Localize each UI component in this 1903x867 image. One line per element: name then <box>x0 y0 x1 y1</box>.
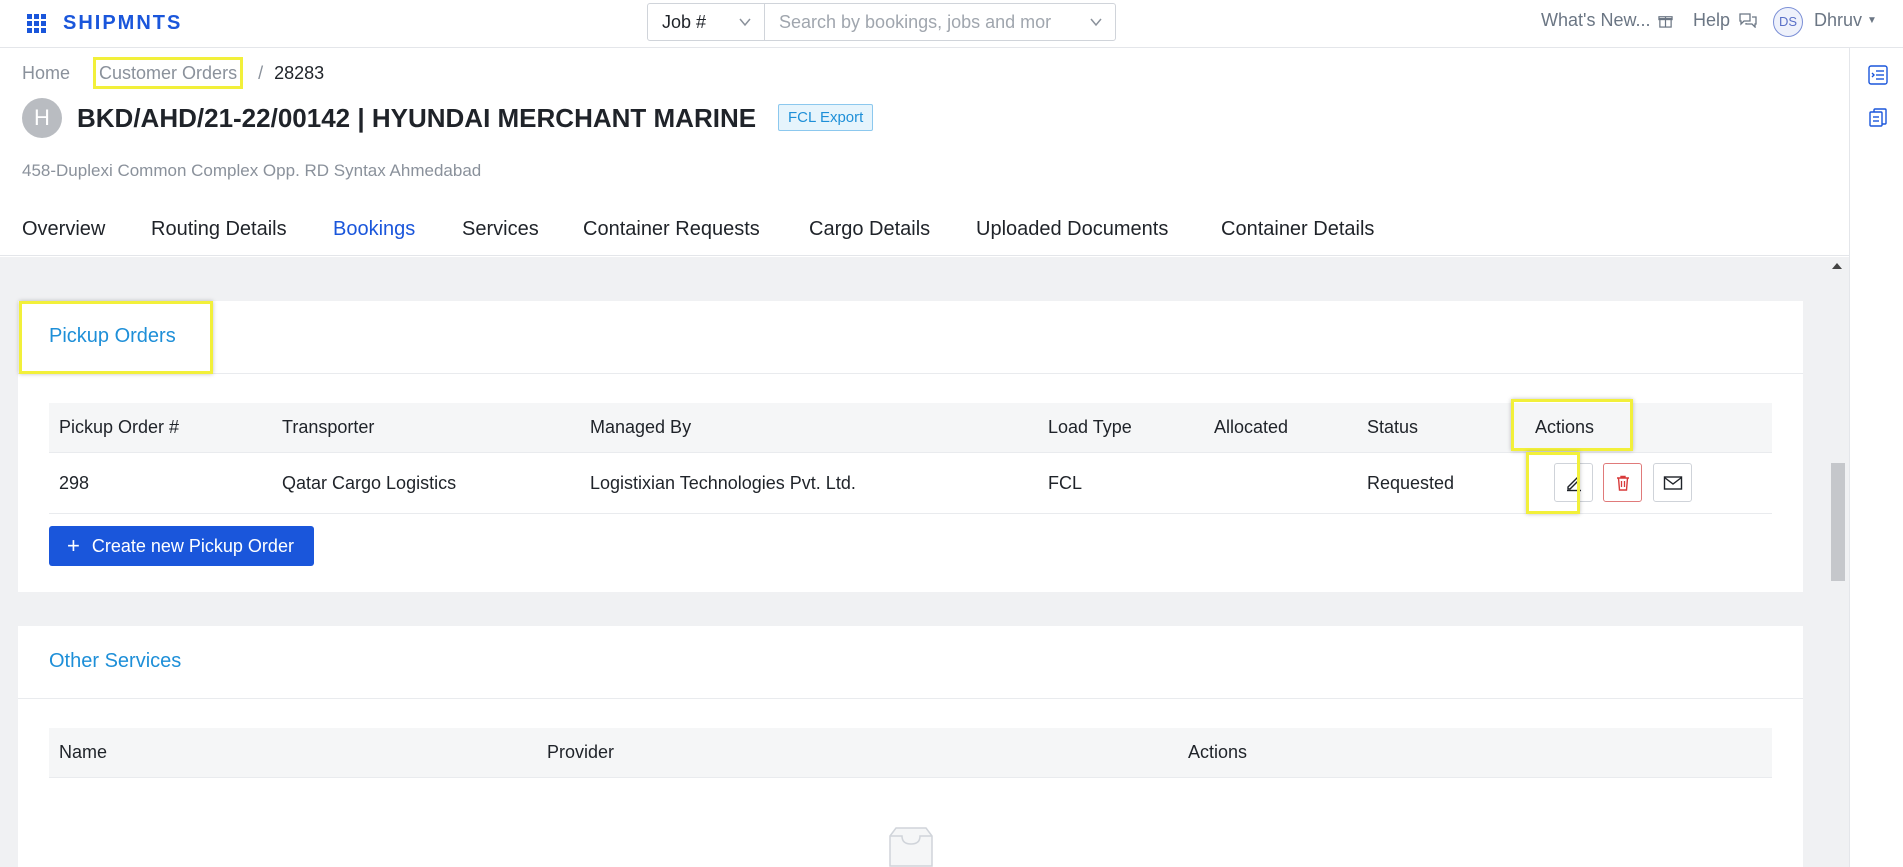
pickup-order-number: 298 <box>59 473 90 493</box>
pickup-orders-card: Pickup Orders Pickup Order # Transporter… <box>18 301 1803 592</box>
job-type-tag: FCL Export <box>778 104 874 131</box>
managed-by: Logistixian Technologies Pvt. Ltd. <box>590 473 856 493</box>
tab-container-requests[interactable]: Container Requests <box>583 218 760 257</box>
help-link[interactable]: Help <box>1693 10 1757 31</box>
col-managed-by: Managed By <box>590 417 692 437</box>
tab-services[interactable]: Services <box>462 218 539 257</box>
tab-routing-details[interactable]: Routing Details <box>151 218 287 257</box>
gift-icon <box>1658 16 1674 28</box>
tab-bar: Overview Routing Details Bookings Servic… <box>0 210 1849 259</box>
chat-icon <box>1739 13 1757 29</box>
chevron-down-icon <box>1089 15 1103 29</box>
highlight-pickup-orders <box>19 301 213 374</box>
col-actions: Actions <box>1188 742 1248 762</box>
other-services-card: Other Services Name Provider Actions <box>18 626 1803 867</box>
scroll-up-arrow[interactable] <box>1832 263 1842 269</box>
other-services-table-header: Name Provider Actions <box>49 728 1772 778</box>
job-type-value: Job # <box>662 12 707 32</box>
outline-list-icon[interactable] <box>1866 63 1890 87</box>
other-services-header: Other Services <box>18 626 1803 699</box>
right-rail <box>1849 48 1903 867</box>
search-input[interactable] <box>765 4 1065 40</box>
tab-uploaded-documents[interactable]: Uploaded Documents <box>976 218 1168 257</box>
highlight-edit-button <box>1526 452 1580 514</box>
status: Requested <box>1367 473 1455 493</box>
table-row: 298 Qatar Cargo Logistics Logistixian Te… <box>49 453 1772 514</box>
col-provider: Provider <box>547 742 615 762</box>
apps-grid-icon[interactable] <box>27 14 46 33</box>
col-load-type: Load Type <box>1048 417 1132 437</box>
help-label: Help <box>1693 10 1731 30</box>
user-avatar[interactable]: DS <box>1773 7 1803 37</box>
other-services-title: Other Services <box>49 650 182 672</box>
whats-new-link[interactable]: What's New... <box>1541 10 1674 31</box>
create-pickup-order-label: Create new Pickup Order <box>91 535 294 556</box>
content-area: Pickup Orders Pickup Order # Transporter… <box>0 257 1849 867</box>
tab-cargo-details[interactable]: Cargo Details <box>809 218 930 257</box>
user-menu[interactable]: Dhruv ▼ <box>1814 10 1877 31</box>
chevron-down-icon <box>738 15 752 29</box>
tab-bookings[interactable]: Bookings <box>333 218 416 259</box>
top-bar: SHIPMNTS Job # What's New... Help DS Dhr… <box>0 0 1903 48</box>
highlight-actions-header <box>1511 399 1633 451</box>
empty-inbox-icon <box>880 826 942 867</box>
col-pickup-order-number: Pickup Order # <box>59 417 180 437</box>
scrollbar-thumb[interactable] <box>1831 463 1845 581</box>
trash-icon <box>1616 475 1629 491</box>
whats-new-label: What's New... <box>1541 10 1651 30</box>
email-button[interactable] <box>1653 463 1692 502</box>
caret-down-icon: ▼ <box>1867 15 1877 26</box>
company-address: 458-Duplexi Common Complex Opp. RD Synta… <box>22 161 482 180</box>
search-box[interactable] <box>764 3 1116 41</box>
clipboard-icon[interactable] <box>1866 105 1890 129</box>
tab-overview[interactable]: Overview <box>22 218 105 257</box>
pickup-orders-header: Pickup Orders <box>18 301 1803 374</box>
col-transporter: Transporter <box>282 417 375 437</box>
breadcrumb-home[interactable]: Home <box>22 63 70 83</box>
tab-container-details[interactable]: Container Details <box>1221 218 1374 257</box>
mail-icon <box>1663 475 1682 490</box>
brand-logo[interactable]: SHIPMNTS <box>63 12 182 35</box>
transporter: Qatar Cargo Logistics <box>282 473 457 493</box>
plus-icon: + <box>67 533 80 558</box>
job-type-select[interactable]: Job # <box>647 3 765 41</box>
breadcrumb-current: 28283 <box>274 63 325 83</box>
col-status: Status <box>1367 417 1419 437</box>
col-allocated: Allocated <box>1214 417 1289 437</box>
breadcrumb: Home Customer Orders / 28283 <box>22 57 330 89</box>
delete-button[interactable] <box>1603 463 1642 502</box>
breadcrumb-separator: / <box>258 63 264 83</box>
load-type: FCL <box>1048 473 1083 493</box>
breadcrumb-customer-orders[interactable]: Customer Orders <box>93 57 244 89</box>
create-pickup-order-button[interactable]: + Create new Pickup Order <box>49 526 314 566</box>
col-name: Name <box>59 742 108 762</box>
page-title: BKD/AHD/21-22/00142 | HYUNDAI MERCHANT M… <box>77 103 757 133</box>
username-label: Dhruv <box>1814 10 1863 30</box>
company-avatar: H <box>22 98 62 138</box>
